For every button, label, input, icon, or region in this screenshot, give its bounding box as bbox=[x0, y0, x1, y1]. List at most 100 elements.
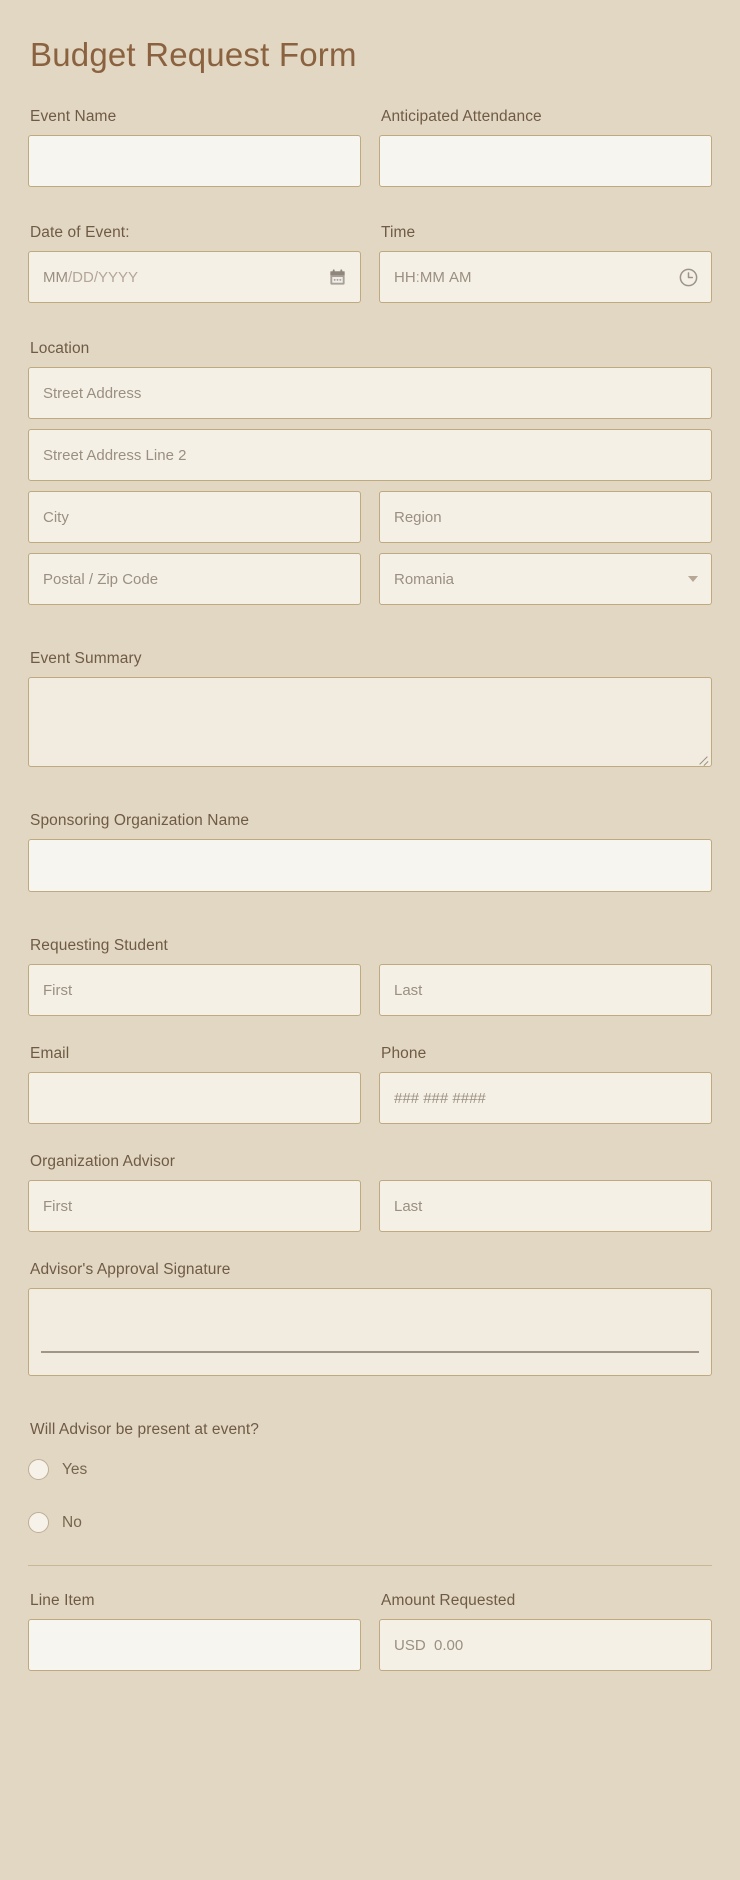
line-item-label: Line Item bbox=[30, 1592, 95, 1609]
postal-zip-placeholder: Postal / Zip Code bbox=[43, 570, 159, 588]
region-wrap: Region bbox=[379, 491, 712, 543]
organization-advisor-field-group: Organization Advisor First Last bbox=[28, 1153, 712, 1232]
event-summary-label: Event Summary bbox=[30, 650, 142, 667]
time-label: Time bbox=[381, 224, 416, 241]
time-input[interactable]: HH:MM AM bbox=[379, 251, 712, 303]
advisor-signature-field-group: Advisor's Approval Signature bbox=[28, 1261, 712, 1376]
amount-requested-label: Amount Requested bbox=[381, 1592, 516, 1609]
requesting-student-last-input[interactable]: Last bbox=[379, 964, 712, 1016]
location-label: Location bbox=[30, 340, 90, 357]
requesting-student-first-wrap: First bbox=[28, 964, 361, 1016]
requesting-student-first-placeholder: First bbox=[43, 981, 73, 999]
phone-placeholder: ### ### #### bbox=[394, 1089, 486, 1107]
radio-yes-dot[interactable] bbox=[28, 1459, 49, 1480]
country-select[interactable]: Romania bbox=[379, 553, 712, 605]
line-item-field-group: Line Item bbox=[28, 1592, 361, 1671]
resize-handle-icon[interactable] bbox=[697, 752, 709, 764]
email-input[interactable] bbox=[28, 1072, 361, 1124]
street-address-2-wrap: Street Address Line 2 bbox=[28, 429, 712, 481]
signature-baseline bbox=[41, 1351, 699, 1353]
radio-no-label: No bbox=[62, 1513, 82, 1531]
advisor-last-wrap: Last bbox=[379, 1180, 712, 1232]
country-selected-value: Romania bbox=[394, 570, 455, 588]
event-summary-textarea[interactable] bbox=[28, 677, 712, 767]
calendar-icon[interactable] bbox=[326, 266, 348, 288]
phone-input[interactable]: ### ### #### bbox=[379, 1072, 712, 1124]
phone-field-group: Phone ### ### #### bbox=[379, 1045, 712, 1124]
date-placeholder: MM/DD/YYYY bbox=[43, 268, 139, 286]
amount-requested-input[interactable]: USD 0.00 bbox=[379, 1619, 712, 1671]
phone-label: Phone bbox=[381, 1045, 427, 1062]
requesting-student-last-placeholder: Last bbox=[394, 981, 423, 999]
email-label: Email bbox=[30, 1045, 70, 1062]
email-field-group: Email bbox=[28, 1045, 361, 1124]
budget-request-form-page: Budget Request Form Event Name Anticipat… bbox=[0, 0, 740, 1880]
postal-zip-input[interactable]: Postal / Zip Code bbox=[28, 553, 361, 605]
requesting-student-first-input[interactable]: First bbox=[28, 964, 361, 1016]
advisor-present-radio-group: Yes No bbox=[28, 1459, 712, 1533]
event-name-attendance-row: Event Name Anticipated Attendance bbox=[28, 108, 712, 187]
sponsoring-organization-label: Sponsoring Organization Name bbox=[30, 812, 250, 829]
city-input[interactable]: City bbox=[28, 491, 361, 543]
amount-requested-placeholder: USD 0.00 bbox=[394, 1637, 463, 1654]
street-address-input[interactable]: Street Address bbox=[28, 367, 712, 419]
street-address-wrap: Street Address bbox=[28, 367, 712, 419]
sponsoring-organization-field-group: Sponsoring Organization Name bbox=[28, 812, 712, 892]
advisor-first-wrap: First bbox=[28, 1180, 361, 1232]
organization-advisor-name-row: First Last bbox=[28, 1180, 712, 1232]
anticipated-attendance-label: Anticipated Attendance bbox=[381, 108, 542, 125]
country-wrap: Romania bbox=[379, 553, 712, 605]
advisor-signature-pad[interactable] bbox=[28, 1288, 712, 1376]
clock-icon[interactable] bbox=[677, 266, 699, 288]
postal-country-row: Postal / Zip Code Romania bbox=[28, 553, 712, 605]
city-wrap: City bbox=[28, 491, 361, 543]
organization-advisor-label: Organization Advisor bbox=[30, 1153, 176, 1170]
advisor-first-placeholder: First bbox=[43, 1197, 73, 1215]
time-field-group: Time HH:MM AM bbox=[379, 224, 712, 303]
advisor-signature-label: Advisor's Approval Signature bbox=[30, 1261, 231, 1278]
street-address-line2-placeholder: Street Address Line 2 bbox=[43, 446, 187, 464]
advisor-present-label: Will Advisor be present at event? bbox=[30, 1421, 260, 1438]
anticipated-attendance-input[interactable] bbox=[379, 135, 712, 187]
amount-requested-field-group: Amount Requested USD 0.00 bbox=[379, 1592, 712, 1671]
section-divider bbox=[28, 1565, 712, 1566]
email-phone-row: Email Phone ### ### #### bbox=[28, 1045, 712, 1124]
date-of-event-input[interactable]: MM/DD/YYYY bbox=[28, 251, 361, 303]
advisor-present-field-group: Will Advisor be present at event? Yes No bbox=[28, 1421, 712, 1533]
radio-no-dot[interactable] bbox=[28, 1512, 49, 1533]
advisor-first-input[interactable]: First bbox=[28, 1180, 361, 1232]
time-placeholder: HH:MM AM bbox=[394, 268, 472, 286]
requesting-student-field-group: Requesting Student First Last bbox=[28, 937, 712, 1016]
city-region-row: City Region bbox=[28, 491, 712, 543]
chevron-down-icon[interactable] bbox=[688, 576, 698, 582]
currency-code: USD bbox=[394, 1636, 426, 1654]
postal-wrap: Postal / Zip Code bbox=[28, 553, 361, 605]
radio-option-yes[interactable]: Yes bbox=[28, 1459, 712, 1480]
date-of-event-label: Date of Event: bbox=[30, 224, 130, 241]
sponsoring-organization-input[interactable] bbox=[28, 839, 712, 892]
event-name-input[interactable] bbox=[28, 135, 361, 187]
requesting-student-name-row: First Last bbox=[28, 964, 712, 1016]
anticipated-attendance-field-group: Anticipated Attendance bbox=[379, 108, 712, 187]
city-placeholder: City bbox=[43, 508, 69, 526]
street-address-line2-input[interactable]: Street Address Line 2 bbox=[28, 429, 712, 481]
page-title: Budget Request Form bbox=[30, 36, 357, 73]
radio-option-no[interactable]: No bbox=[28, 1512, 712, 1533]
line-item-input[interactable] bbox=[28, 1619, 361, 1671]
event-name-field-group: Event Name bbox=[28, 108, 361, 187]
region-placeholder: Region bbox=[394, 508, 442, 526]
line-item-amount-row: Line Item Amount Requested USD 0.00 bbox=[28, 1592, 712, 1671]
street-address-placeholder: Street Address bbox=[43, 384, 142, 402]
location-field-group: Location Street Address Street Address L… bbox=[28, 340, 712, 605]
region-input[interactable]: Region bbox=[379, 491, 712, 543]
advisor-last-input[interactable]: Last bbox=[379, 1180, 712, 1232]
amount-value: 0.00 bbox=[434, 1636, 464, 1654]
requesting-student-label: Requesting Student bbox=[30, 937, 168, 954]
advisor-last-placeholder: Last bbox=[394, 1197, 423, 1215]
date-of-event-field-group: Date of Event: MM/DD/YYYY bbox=[28, 224, 361, 303]
event-name-label: Event Name bbox=[30, 108, 117, 125]
requesting-student-last-wrap: Last bbox=[379, 964, 712, 1016]
radio-yes-label: Yes bbox=[62, 1460, 88, 1478]
date-time-row: Date of Event: MM/DD/YYYY Time HH:MM AM bbox=[28, 224, 712, 303]
event-summary-field-group: Event Summary bbox=[28, 650, 712, 767]
